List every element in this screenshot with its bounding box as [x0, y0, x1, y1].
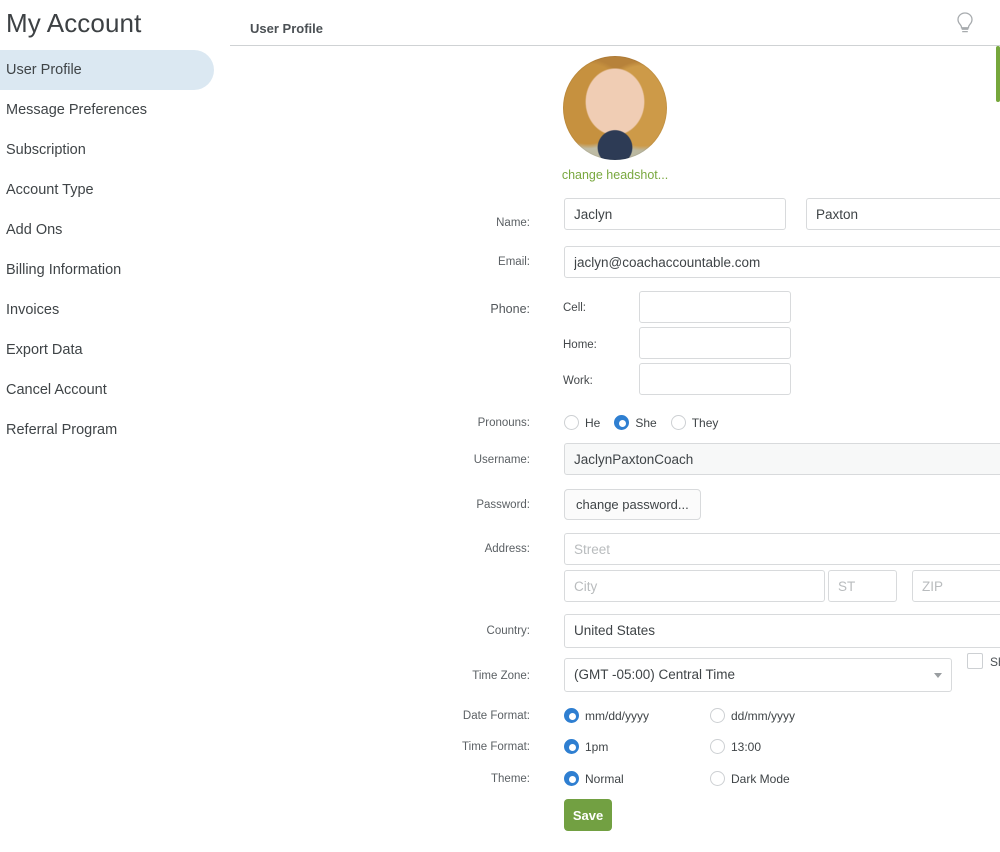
pronouns-label: Pronouns: — [477, 417, 530, 429]
sidebar-item-cancel-account[interactable]: Cancel Account — [0, 370, 230, 410]
pronoun-label: He — [585, 415, 601, 430]
first-name-input[interactable] — [564, 198, 786, 230]
sidebar-item-message-preferences[interactable]: Message Preferences — [0, 90, 230, 130]
theme-option-normal[interactable]: Normal — [564, 771, 696, 786]
radio-dot-selected — [564, 708, 579, 723]
address-label: Address: — [484, 543, 530, 555]
time-format-radio-group: 1pm 13:00 — [564, 739, 775, 754]
radio-dot — [670, 415, 686, 430]
date-format-label: mm/dd/yyyy — [585, 708, 650, 723]
name-label: Name: — [496, 217, 530, 229]
last-name-input[interactable] — [806, 198, 1000, 230]
chevron-down-icon — [934, 673, 942, 678]
radio-dot-selected — [564, 739, 579, 754]
radio-dot — [710, 708, 725, 723]
change-headshot-link[interactable]: change headshot... — [562, 168, 668, 182]
date-format-radio-group: mm/dd/yyyy dd/mm/yyyy — [564, 708, 809, 723]
sidebar-item-label: Message Preferences — [6, 102, 148, 118]
country-label: Country: — [486, 625, 530, 637]
time-format-option-12h[interactable]: 1pm — [564, 739, 696, 754]
sidebar-item-invoices[interactable]: Invoices — [0, 290, 230, 330]
sidebar-item-label: Cancel Account — [6, 382, 107, 398]
time-format-label: Time Format: — [462, 741, 530, 753]
avatar — [563, 56, 667, 160]
username-input[interactable] — [564, 443, 1000, 475]
sidebar-item-billing-information[interactable]: Billing Information — [0, 250, 230, 290]
timezone-value: (GMT -05:00) Central Time — [574, 667, 736, 682]
theme-option-dark-mode[interactable]: Dark Mode — [710, 771, 790, 786]
sidebar-item-label: Account Type — [6, 182, 94, 198]
lightbulb-icon[interactable] — [950, 8, 980, 40]
main-content: User Profile change headshot... Name: Ja… — [230, 0, 1000, 852]
sidebar-item-account-type[interactable]: Account Type — [0, 170, 230, 210]
date-format-option-mdy[interactable]: mm/dd/yyyy — [564, 708, 696, 723]
divider — [230, 45, 1000, 46]
phone-work-label: Work: — [563, 375, 593, 387]
time-format-label: 1pm — [585, 739, 609, 754]
phone-work-input[interactable] — [639, 363, 791, 395]
sidebar-item-export-data[interactable]: Export Data — [0, 330, 230, 370]
theme-label-option: Normal — [585, 771, 624, 786]
address-city-input[interactable] — [564, 570, 825, 602]
sidebar-item-label: Billing Information — [6, 262, 122, 278]
sidebar-item-subscription[interactable]: Subscription — [0, 130, 230, 170]
email-input[interactable] — [564, 246, 1000, 278]
phone-cell-label: Cell: — [563, 302, 587, 314]
phone-home-input[interactable] — [639, 327, 791, 359]
sidebar-item-label: Subscription — [6, 142, 86, 158]
phone-cell-input[interactable] — [639, 291, 791, 323]
address-state-input[interactable] — [828, 570, 897, 602]
username-label: Username: — [473, 454, 530, 466]
pronoun-option-he[interactable]: He — [564, 415, 600, 430]
page-title: My Account — [6, 8, 142, 38]
radio-dot — [710, 739, 725, 754]
timezone-select[interactable]: (GMT -05:00) Central Time — [564, 658, 952, 692]
date-format-label: Date Format: — [462, 710, 530, 722]
country-select[interactable]: United States — [564, 614, 1000, 648]
theme-radio-group: Normal Dark Mode — [564, 771, 804, 786]
change-password-button[interactable]: change password... — [564, 489, 701, 520]
date-format-label: dd/mm/yyyy — [731, 708, 796, 723]
sidebar-item-label: Invoices — [6, 302, 60, 318]
sidebar-item-label: Export Data — [6, 342, 83, 358]
my-account-page: My Account User Profile Message Preferen… — [0, 0, 1000, 852]
time-format-option-24h[interactable]: 13:00 — [710, 739, 761, 754]
sidebar-item-referral-program[interactable]: Referral Program — [0, 410, 230, 450]
show-all-label: Show All — [990, 655, 1000, 669]
sidebar-item-add-ons[interactable]: Add Ons — [0, 210, 230, 250]
radio-dot-selected — [614, 415, 630, 430]
sidebar-item-label: Referral Program — [6, 422, 118, 438]
show-all-checkbox[interactable] — [967, 653, 983, 669]
radio-dot — [710, 771, 725, 786]
radio-dot-selected — [564, 771, 579, 786]
email-label: Email: — [498, 256, 530, 268]
sidebar-item-user-profile[interactable]: User Profile — [0, 50, 214, 90]
password-label: Password: — [476, 499, 530, 511]
save-button[interactable]: Save — [564, 799, 612, 831]
theme-label: Theme: — [491, 773, 530, 785]
pronoun-option-she[interactable]: She — [614, 415, 657, 430]
pronoun-label: She — [635, 415, 657, 430]
phone-home-label: Home: — [563, 339, 597, 351]
pronouns-radio-group: He She They — [564, 415, 732, 430]
pronoun-label: They — [691, 415, 719, 430]
tab-user-profile[interactable]: User Profile — [250, 21, 323, 36]
timezone-label: Time Zone: — [472, 670, 530, 682]
sidebar-item-label: Add Ons — [6, 222, 63, 238]
phone-label: Phone: — [490, 302, 530, 316]
address-street-input[interactable] — [564, 533, 1000, 565]
sidebar-item-label: User Profile — [6, 62, 82, 78]
pronoun-option-they[interactable]: They — [670, 415, 719, 430]
tab-bar: User Profile — [230, 0, 1000, 102]
time-format-label: 13:00 — [731, 739, 762, 754]
sidebar-nav: User Profile Message Preferences Subscri… — [0, 50, 230, 450]
sidebar: My Account User Profile Message Preferen… — [0, 0, 230, 852]
date-format-option-dmy[interactable]: dd/mm/yyyy — [710, 708, 795, 723]
address-zip-input[interactable] — [912, 570, 1000, 602]
headshot-section: change headshot... — [230, 56, 1000, 184]
radio-dot — [564, 415, 579, 430]
theme-label-option: Dark Mode — [731, 771, 790, 786]
country-value: United States — [574, 623, 656, 638]
